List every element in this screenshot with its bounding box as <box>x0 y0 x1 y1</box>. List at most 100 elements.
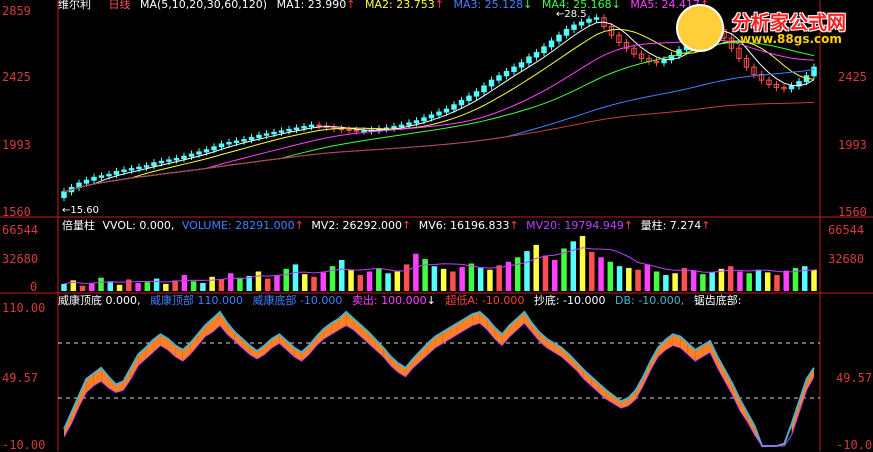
volume-bar <box>320 272 327 291</box>
chaodi-label: 抄底: -10.000 <box>533 294 606 307</box>
low-price-label: ←15.60 <box>62 205 100 216</box>
volume-ytick-left-0: 66544 <box>2 223 39 237</box>
volume-bar <box>616 266 623 291</box>
vvol-label: VVOL: 0.000, <box>102 219 175 232</box>
mv2-label: MV2: 26292.000↑ <box>311 219 412 232</box>
volume-ytick-right-1: 32680 <box>828 252 865 266</box>
candle-body <box>788 85 795 90</box>
candle-body <box>188 153 195 157</box>
volume-bar <box>524 251 530 291</box>
candle-body <box>196 151 202 155</box>
volume-bar <box>227 273 234 291</box>
ma-params: MA(5,10,20,30,60,120) <box>140 0 268 11</box>
weikang-label: 威康顶底 0.000, <box>58 294 141 307</box>
volume-bar <box>394 270 401 291</box>
volume-bar <box>635 269 641 291</box>
volume-bar <box>311 276 317 291</box>
high-price-label: ←28.5 <box>556 9 587 20</box>
volume-bar <box>626 267 632 291</box>
candle-body <box>226 142 232 145</box>
volume-ytick-left-1: 32680 <box>2 252 39 266</box>
candle-body <box>241 139 247 142</box>
volume-bar <box>172 280 178 291</box>
candle-body <box>586 18 592 23</box>
volume-bar <box>431 266 438 291</box>
candle-body <box>308 124 315 128</box>
candle-body <box>548 40 555 48</box>
candle-body <box>136 166 142 170</box>
mv6-label: MV6: 16196.833↑ <box>418 219 519 232</box>
volume-bar <box>514 257 521 291</box>
candle-body <box>166 159 172 162</box>
volume-bar <box>774 275 780 291</box>
price-ytick-left-3: 1560 <box>2 205 31 219</box>
volume-bar <box>218 279 225 291</box>
candle-body <box>353 129 360 132</box>
stock-name: 维尔利 <box>58 0 91 11</box>
volume-bar <box>107 281 114 291</box>
candle-body <box>406 122 412 126</box>
indicator-ytick-left-2: -10.00 <box>2 438 46 452</box>
volume-bar <box>357 275 364 291</box>
candle-body <box>458 99 465 106</box>
candle-body <box>556 34 562 42</box>
candle-body <box>518 62 525 68</box>
volume-bar <box>487 269 493 291</box>
candle-body <box>271 131 277 135</box>
candle-body <box>661 59 667 64</box>
candle-body <box>233 140 240 144</box>
candle-body <box>128 168 135 171</box>
db-label: DB: -10.000, <box>615 294 685 307</box>
volume-bar <box>440 268 447 291</box>
volume-bar <box>264 278 271 291</box>
candle-body <box>203 149 210 153</box>
volume-bar <box>181 275 188 291</box>
bottom-label: 威康底部 -10.000 <box>252 294 343 307</box>
candle-body <box>346 128 352 131</box>
volume-bar <box>292 264 299 291</box>
candle-body <box>301 126 307 129</box>
volume-bar <box>570 241 577 291</box>
volume-bar <box>653 271 660 291</box>
volume-bar <box>126 279 132 291</box>
volume-bar <box>61 283 67 291</box>
volume-bar <box>783 270 789 291</box>
volume-bar <box>255 271 262 291</box>
mv20-label: MV20: 19794.949↑ <box>526 219 634 232</box>
candle-body <box>473 91 480 97</box>
candle-body <box>248 136 255 141</box>
candle-body <box>563 28 570 36</box>
superlow-label: 超低A: -10.000 <box>445 294 525 307</box>
volume-bar <box>209 276 215 291</box>
volume-bar <box>644 264 651 291</box>
candle-body <box>106 173 112 177</box>
volume-bar <box>709 272 715 291</box>
volume-bar <box>561 248 567 291</box>
volume-bar <box>163 283 169 291</box>
candle-body <box>98 175 105 178</box>
volume-ytick-left-2: 0 <box>30 280 38 294</box>
volume-bar <box>718 268 725 291</box>
price-ytick-left-0: 2859 <box>2 4 31 18</box>
volume-bar <box>607 261 614 291</box>
volume-bar <box>579 236 586 291</box>
volume-bar <box>533 244 539 291</box>
candle-body <box>211 146 217 151</box>
candle-body <box>503 70 510 77</box>
price-ytick-right-3: 1560 <box>838 205 867 219</box>
candle-body <box>451 104 457 110</box>
candle-body <box>398 124 405 128</box>
candle-body <box>293 127 300 130</box>
volume-bar <box>468 263 475 291</box>
price-ytick-left-1: 2425 <box>2 70 31 84</box>
price-ytick-right-2: 1993 <box>838 138 867 152</box>
watermark-url: www.88gs.com <box>740 32 842 46</box>
volume-bar <box>700 274 706 291</box>
volume-bar <box>811 269 817 291</box>
ma3-label: MA3: 25.128↓ <box>453 0 533 11</box>
candle-body <box>443 108 450 113</box>
volume-header: 倍量柱 VVOL: 0.000, VOLUME: 28291.000↑ MV2:… <box>62 220 711 232</box>
volume-bar <box>450 271 456 291</box>
volume-bar <box>681 267 688 291</box>
volume-bar <box>89 283 95 291</box>
